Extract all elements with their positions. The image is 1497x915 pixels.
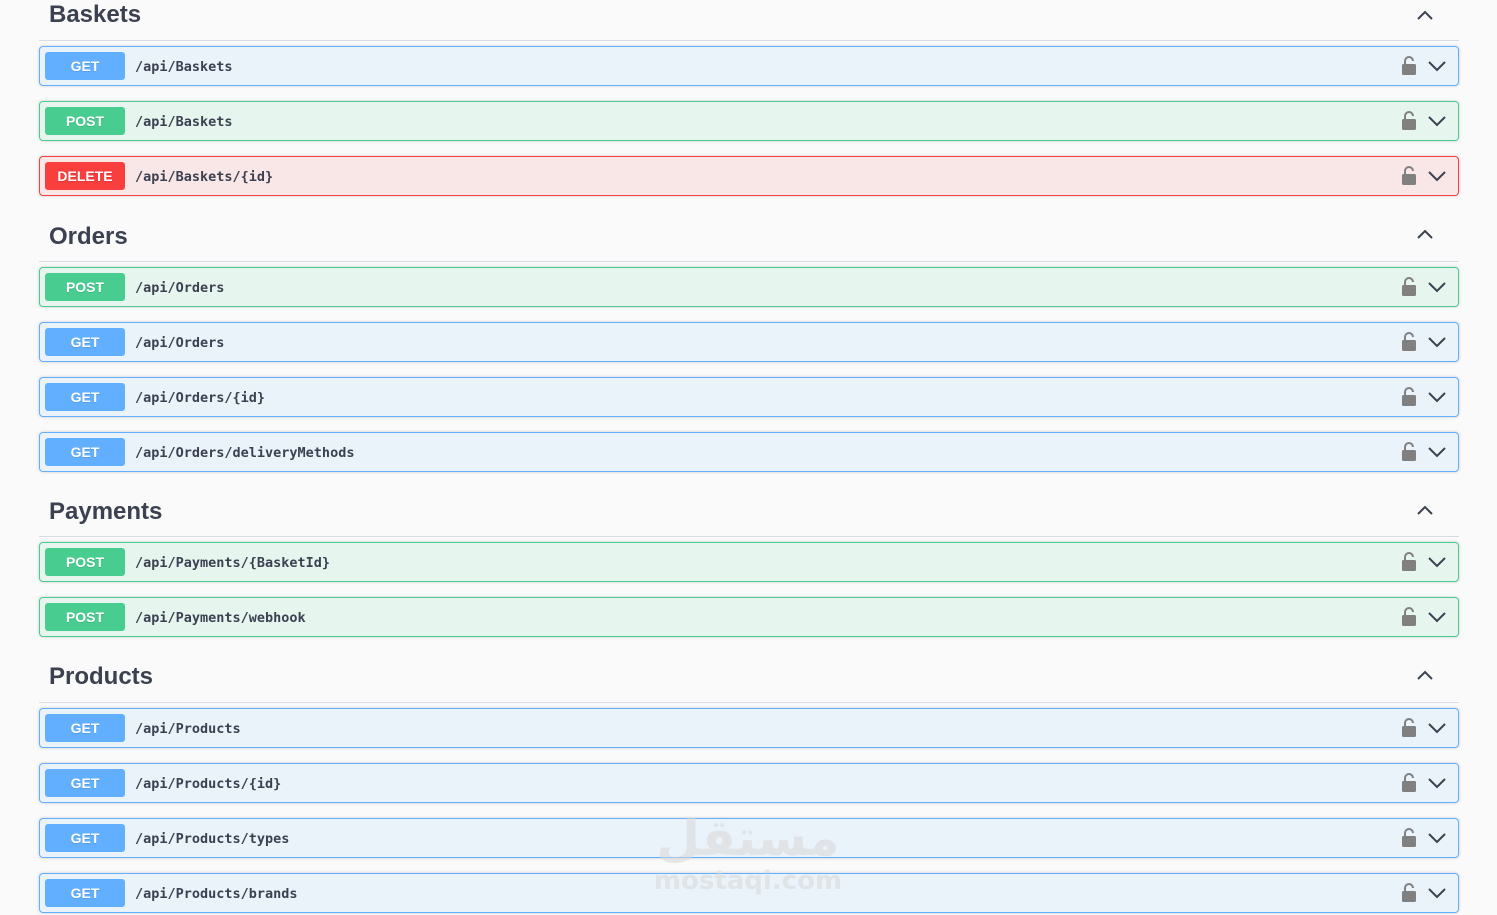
method-badge: GET xyxy=(45,879,125,907)
operation-path: /api/Orders/deliveryMethods xyxy=(135,445,355,461)
method-badge: DELETE xyxy=(45,162,125,190)
operation-row[interactable]: GET /api/Orders/deliveryMethods xyxy=(39,432,1459,472)
lock-icon[interactable] xyxy=(1400,772,1418,794)
lock-icon[interactable] xyxy=(1400,386,1418,408)
operation-row[interactable]: POST /api/Payments/{BasketId} xyxy=(39,542,1459,582)
chevron-up-icon[interactable] xyxy=(1413,3,1437,27)
chevron-down-icon[interactable] xyxy=(1426,882,1448,904)
method-badge: POST xyxy=(45,548,125,576)
chevron-up-icon[interactable] xyxy=(1413,222,1437,246)
lock-icon[interactable] xyxy=(1400,827,1418,849)
section-header[interactable]: Orders xyxy=(39,216,1459,262)
operation-path: /api/Baskets xyxy=(135,59,233,75)
operation-path: /api/Products/types xyxy=(135,831,290,847)
section-header[interactable]: Products xyxy=(39,657,1459,703)
operation-row[interactable]: GET /api/Products/types xyxy=(39,818,1459,858)
chevron-down-icon[interactable] xyxy=(1426,441,1448,463)
method-badge: POST xyxy=(45,603,125,631)
lock-icon[interactable] xyxy=(1400,55,1418,77)
operation-path: /api/Orders/{id} xyxy=(135,390,266,406)
lock-icon[interactable] xyxy=(1400,717,1418,739)
operation-path: /api/Products xyxy=(135,721,241,737)
lock-icon[interactable] xyxy=(1400,551,1418,573)
method-badge: GET xyxy=(45,328,125,356)
operation-path: /api/Orders xyxy=(135,335,225,351)
method-badge: POST xyxy=(45,273,125,301)
operation-row[interactable]: GET /api/Products/brands xyxy=(39,873,1459,913)
method-badge: GET xyxy=(45,714,125,742)
operation-row[interactable]: GET /api/Baskets xyxy=(39,46,1459,86)
operation-path: /api/Payments/{BasketId} xyxy=(135,555,331,571)
chevron-down-icon[interactable] xyxy=(1426,551,1448,573)
method-badge: GET xyxy=(45,52,125,80)
operation-path: /api/Products/{id} xyxy=(135,776,282,792)
operation-row[interactable]: GET /api/Products/{id} xyxy=(39,763,1459,803)
lock-icon[interactable] xyxy=(1400,110,1418,132)
chevron-down-icon[interactable] xyxy=(1426,717,1448,739)
section-title: Payments xyxy=(49,498,163,525)
chevron-down-icon[interactable] xyxy=(1426,606,1448,628)
operation-row[interactable]: POST /api/Baskets xyxy=(39,101,1459,141)
operation-path: /api/Orders xyxy=(135,280,225,296)
operation-row[interactable]: DELETE /api/Baskets/{id} xyxy=(39,156,1459,196)
method-badge: GET xyxy=(45,769,125,797)
method-badge: GET xyxy=(45,438,125,466)
operation-path: /api/Baskets/{id} xyxy=(135,169,274,185)
chevron-down-icon[interactable] xyxy=(1426,165,1448,187)
section-title: Orders xyxy=(49,223,128,250)
chevron-down-icon[interactable] xyxy=(1426,110,1448,132)
chevron-down-icon[interactable] xyxy=(1426,55,1448,77)
operation-row[interactable]: POST /api/Orders xyxy=(39,267,1459,307)
section-title: Baskets xyxy=(49,1,142,28)
lock-icon[interactable] xyxy=(1400,882,1418,904)
chevron-down-icon[interactable] xyxy=(1426,331,1448,353)
lock-icon[interactable] xyxy=(1400,606,1418,628)
operation-row[interactable]: GET /api/Orders/{id} xyxy=(39,377,1459,417)
section-header[interactable]: Payments xyxy=(39,492,1459,537)
chevron-down-icon[interactable] xyxy=(1426,827,1448,849)
operation-row[interactable]: GET /api/Products xyxy=(39,708,1459,748)
chevron-down-icon[interactable] xyxy=(1426,276,1448,298)
swagger-operations-page: Baskets GET /api/Baskets POST /api/Baske… xyxy=(0,0,1497,915)
chevron-down-icon[interactable] xyxy=(1426,772,1448,794)
method-badge: POST xyxy=(45,107,125,135)
chevron-up-icon[interactable] xyxy=(1413,663,1437,687)
chevron-down-icon[interactable] xyxy=(1426,386,1448,408)
lock-icon[interactable] xyxy=(1400,165,1418,187)
operation-path: /api/Payments/webhook xyxy=(135,610,306,626)
operation-path: /api/Products/brands xyxy=(135,886,298,902)
section-header[interactable]: Baskets xyxy=(39,0,1459,41)
section-title: Products xyxy=(49,663,154,690)
lock-icon[interactable] xyxy=(1400,441,1418,463)
chevron-up-icon[interactable] xyxy=(1413,498,1437,522)
method-badge: GET xyxy=(45,824,125,852)
lock-icon[interactable] xyxy=(1400,331,1418,353)
operation-row[interactable]: GET /api/Orders xyxy=(39,322,1459,362)
operation-path: /api/Baskets xyxy=(135,114,233,130)
method-badge: GET xyxy=(45,383,125,411)
operation-row[interactable]: POST /api/Payments/webhook xyxy=(39,597,1459,637)
lock-icon[interactable] xyxy=(1400,276,1418,298)
